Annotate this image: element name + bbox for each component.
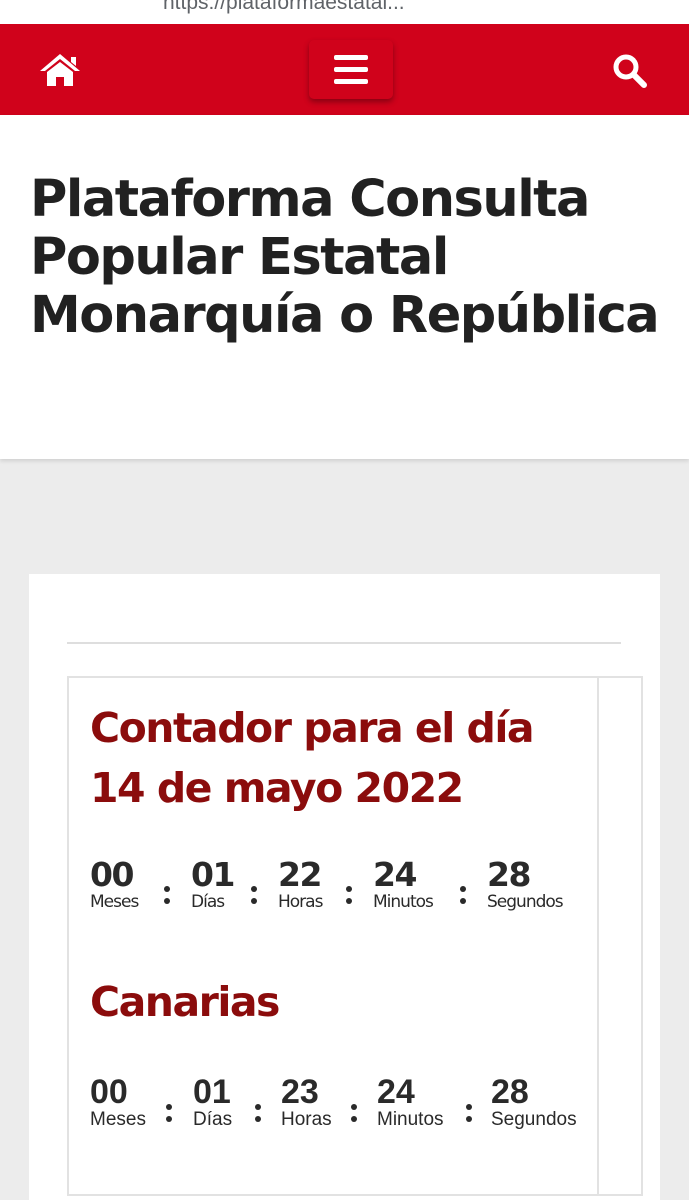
countdown-label: Días — [191, 892, 225, 912]
countdown-unit-minutes: 24 Minutos — [373, 855, 434, 913]
countdown-unit-days: 01 Días — [193, 1074, 232, 1130]
canarias-heading: Canarias — [90, 978, 280, 1026]
countdown-label: Minutos — [377, 1109, 444, 1130]
countdown-box: Contador para el día 14 de mayo 2022 00 … — [67, 676, 643, 1196]
countdown-unit-months: 00 Meses — [90, 855, 139, 913]
colon-separator — [466, 1104, 472, 1128]
colon-separator — [460, 886, 466, 910]
countdown-label: Meses — [90, 892, 139, 912]
countdown-value: 22 — [278, 855, 322, 894]
countdown-unit-hours: 22 Horas — [278, 855, 323, 913]
countdown-value: 00 — [90, 855, 134, 894]
content-card: Contador para el día 14 de mayo 2022 00 … — [29, 574, 660, 1200]
countdown-unit-seconds: 28 Segundos — [491, 1074, 577, 1130]
countdown-unit-seconds: 28 Segundos — [487, 855, 564, 913]
countdown-label: Segundos — [487, 892, 564, 912]
countdown-heading: Contador para el día 14 de mayo 2022 — [90, 704, 535, 812]
countdown-unit-hours: 23 Horas — [281, 1074, 332, 1130]
menu-button[interactable] — [309, 40, 393, 99]
colon-separator — [351, 1104, 357, 1128]
search-button[interactable] — [611, 52, 649, 90]
countdown-value: 28 — [487, 855, 531, 894]
site-title[interactable]: Plataforma Consulta Popular Estatal Mona… — [30, 171, 670, 345]
home-button[interactable] — [38, 52, 82, 88]
browser-url-bar[interactable]: https://plataformaestatal... — [0, 0, 689, 24]
countdown-label: Horas — [281, 1109, 332, 1130]
countdown-value: 01 — [193, 1073, 231, 1111]
countdown-value: 28 — [491, 1073, 529, 1111]
countdown-label: Segundos — [491, 1109, 577, 1130]
countdown-value: 24 — [377, 1073, 415, 1111]
countdown-value: 24 — [373, 855, 417, 894]
countdown-label: Días — [193, 1109, 233, 1130]
countdown-unit-months: 00 Meses — [90, 1074, 146, 1130]
countdown-label: Meses — [90, 1109, 146, 1130]
countdown-label: Horas — [278, 892, 323, 912]
colon-separator — [166, 1104, 172, 1128]
colon-separator — [346, 886, 352, 910]
colon-separator — [164, 886, 170, 910]
site-header: Plataforma Consulta Popular Estatal Mona… — [0, 115, 689, 459]
home-icon — [40, 54, 80, 86]
countdown-unit-minutes: 24 Minutos — [377, 1074, 444, 1130]
countdown-value: 00 — [90, 1073, 128, 1111]
countdown-value: 01 — [191, 855, 235, 894]
divider — [67, 642, 621, 644]
colon-separator — [251, 886, 257, 910]
column-divider — [597, 678, 599, 1194]
url-text[interactable]: https://plataformaestatal... — [163, 0, 405, 15]
countdown-label: Minutos — [373, 892, 434, 912]
search-icon — [613, 54, 647, 88]
countdown-unit-days: 01 Días — [191, 855, 235, 913]
colon-separator — [255, 1104, 261, 1128]
top-navbar — [0, 24, 689, 115]
countdown-value: 23 — [281, 1073, 319, 1111]
